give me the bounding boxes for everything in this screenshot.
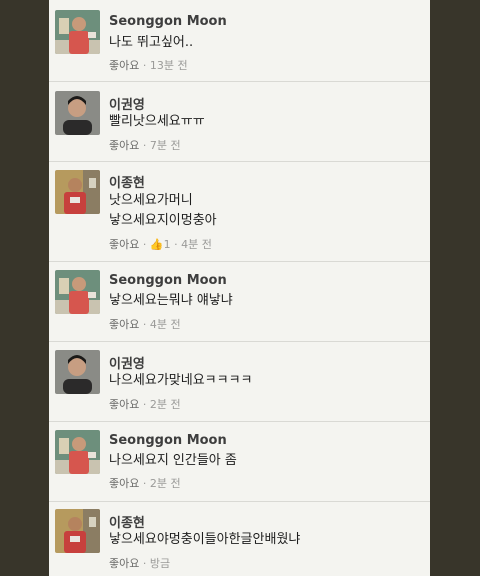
- meta-separator: ·: [139, 59, 150, 72]
- meta-separator: ·: [139, 318, 150, 331]
- like-button[interactable]: 좋아요: [109, 139, 139, 152]
- avatar[interactable]: [55, 509, 100, 553]
- commenter-name[interactable]: 이권영: [109, 353, 145, 372]
- like-button[interactable]: 좋아요: [109, 557, 139, 570]
- comment-text: 낳으세요야멍충이들아한글안배웠냐: [109, 532, 301, 547]
- commenter-name[interactable]: 이종현: [109, 512, 145, 531]
- avatar[interactable]: [55, 91, 100, 135]
- meta-separator: ·: [139, 238, 150, 251]
- comment-meta: 좋아요 · 13분 전: [109, 57, 188, 73]
- avatar[interactable]: [55, 430, 100, 474]
- comment-time: 2분 전: [149, 477, 181, 490]
- comment-item: 이종현 낫으세요가머니 낳으세요지이멍충아 좋아요 · 👍1 · 4분 전: [49, 162, 430, 262]
- comment-text: 낳으세요는뭐냐 얘낳냐: [109, 293, 233, 308]
- like-button[interactable]: 좋아요: [109, 398, 139, 411]
- commenter-name[interactable]: 이종현: [109, 172, 145, 191]
- comment-meta: 좋아요 · 방금: [109, 555, 170, 571]
- commenter-name[interactable]: Seonggon Moon: [109, 273, 227, 288]
- avatar[interactable]: [55, 350, 100, 394]
- comment-time: 방금: [149, 557, 171, 570]
- comment-time: 13분 전: [149, 59, 188, 72]
- avatar[interactable]: [55, 10, 100, 54]
- like-button[interactable]: 좋아요: [109, 318, 139, 331]
- comment-item: 이종현 낳으세요야멍충이들아한글안배웠냐 좋아요 · 방금: [49, 502, 430, 576]
- meta-separator: ·: [139, 398, 150, 411]
- like-button[interactable]: 좋아요: [109, 477, 139, 490]
- like-count: 1: [163, 238, 171, 251]
- comment-text: 빨리낫으세요ㅠㅠ: [109, 114, 205, 129]
- comment-time: 4분 전: [181, 238, 212, 251]
- comment-panel: Seonggon Moon 나도 뛰고싶어.. 좋아요 · 13분 전 이권영 …: [49, 0, 430, 576]
- meta-separator: ·: [139, 557, 150, 570]
- comment-text: 나으세요지 인간들아 좀: [109, 453, 237, 468]
- commenter-name[interactable]: 이권영: [109, 94, 145, 113]
- comment-text: 낫으세요가머니: [109, 193, 193, 208]
- comment-item: Seonggon Moon 나도 뛰고싶어.. 좋아요 · 13분 전: [49, 0, 430, 82]
- comment-text-line-2: 낳으세요지이멍충아: [109, 213, 217, 228]
- comment-item: 이권영 나으세요가맞네요ㅋㅋㅋㅋ 좋아요 · 2분 전: [49, 342, 430, 422]
- comment-time: 2분 전: [149, 398, 181, 411]
- like-button[interactable]: 좋아요: [109, 238, 139, 251]
- comment-time: 7분 전: [149, 139, 181, 152]
- avatar[interactable]: [55, 270, 100, 314]
- like-button[interactable]: 좋아요: [109, 59, 139, 72]
- comment-text: 나도 뛰고싶어..: [109, 35, 194, 50]
- comment-item: Seonggon Moon 낳으세요는뭐냐 얘낳냐 좋아요 · 4분 전: [49, 262, 430, 342]
- avatar[interactable]: [55, 170, 100, 214]
- meta-separator-2: ·: [170, 238, 182, 251]
- comment-meta: 좋아요 · 👍1 · 4분 전: [109, 236, 212, 252]
- comment-meta: 좋아요 · 7분 전: [109, 137, 181, 153]
- comment-meta: 좋아요 · 4분 전: [109, 316, 181, 332]
- comment-item: 이권영 빨리낫으세요ㅠㅠ 좋아요 · 7분 전: [49, 82, 430, 162]
- comment-meta: 좋아요 · 2분 전: [109, 396, 181, 412]
- meta-separator: ·: [139, 139, 150, 152]
- comment-item: Seonggon Moon 나으세요지 인간들아 좀 좋아요 · 2분 전: [49, 422, 430, 502]
- commenter-name[interactable]: Seonggon Moon: [109, 14, 227, 29]
- commenter-name[interactable]: Seonggon Moon: [109, 433, 227, 448]
- meta-separator: ·: [139, 477, 150, 490]
- comment-text: 나으세요가맞네요ㅋㅋㅋㅋ: [109, 373, 253, 388]
- comment-time: 4분 전: [149, 318, 181, 331]
- thumbs-up-icon: 👍: [149, 238, 164, 251]
- comment-meta: 좋아요 · 2분 전: [109, 475, 181, 491]
